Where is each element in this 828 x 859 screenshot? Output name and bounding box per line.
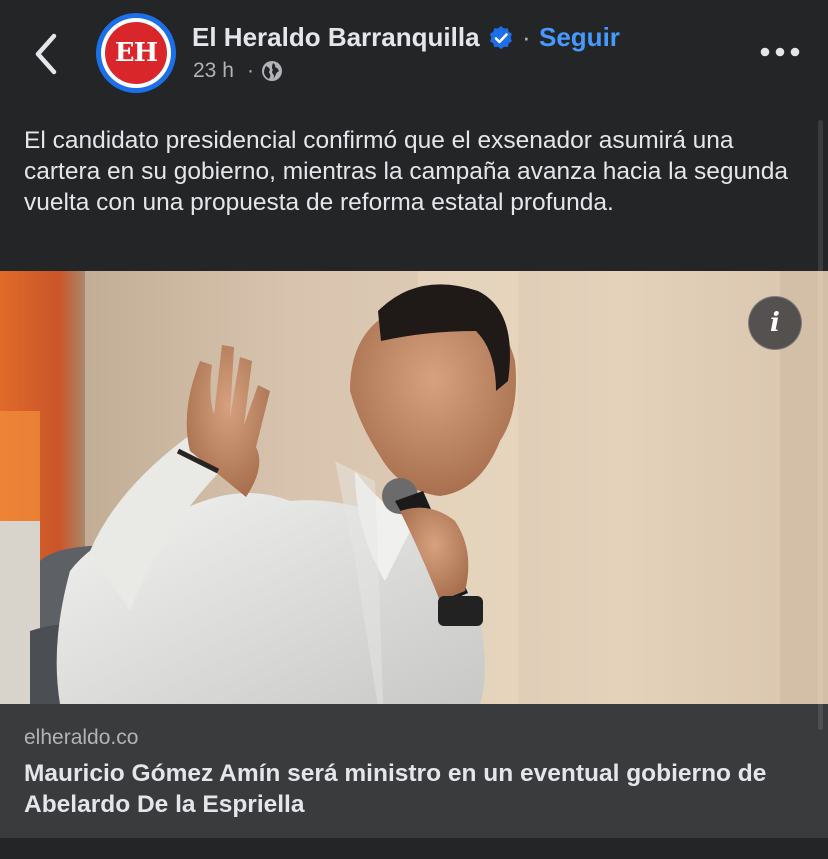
post-photo[interactable] [0,271,828,704]
follow-button[interactable]: Seguir [539,22,620,53]
info-icon: i [770,308,780,338]
link-domain: elheraldo.co [24,726,139,749]
info-button[interactable]: i [748,296,802,350]
globe-icon [262,61,282,81]
header-separator: · [522,22,531,52]
photo-illustration [0,271,828,704]
post-header: EH El Heraldo Barranquilla · Seguir 23 h… [0,0,828,110]
time-separator: · [247,59,254,82]
scrollbar[interactable] [818,120,823,730]
verified-badge-icon [490,26,512,50]
more-options-icon[interactable] [758,40,802,64]
link-preview-card[interactable]: elheraldo.co Mauricio Gómez Amín será mi… [0,704,828,838]
link-title: Mauricio Gómez Amín será ministro en un … [24,760,767,818]
page-name[interactable]: El Heraldo Barranquilla [192,22,480,53]
back-arrow-icon[interactable] [30,30,64,78]
page-avatar[interactable]: EH [96,13,176,93]
post-time[interactable]: 23 h [193,59,234,83]
post-caption: El candidato presidencial confirmó que e… [24,127,789,216]
avatar-logo: EH [105,22,167,84]
avatar-logo-text: EH [114,38,158,68]
